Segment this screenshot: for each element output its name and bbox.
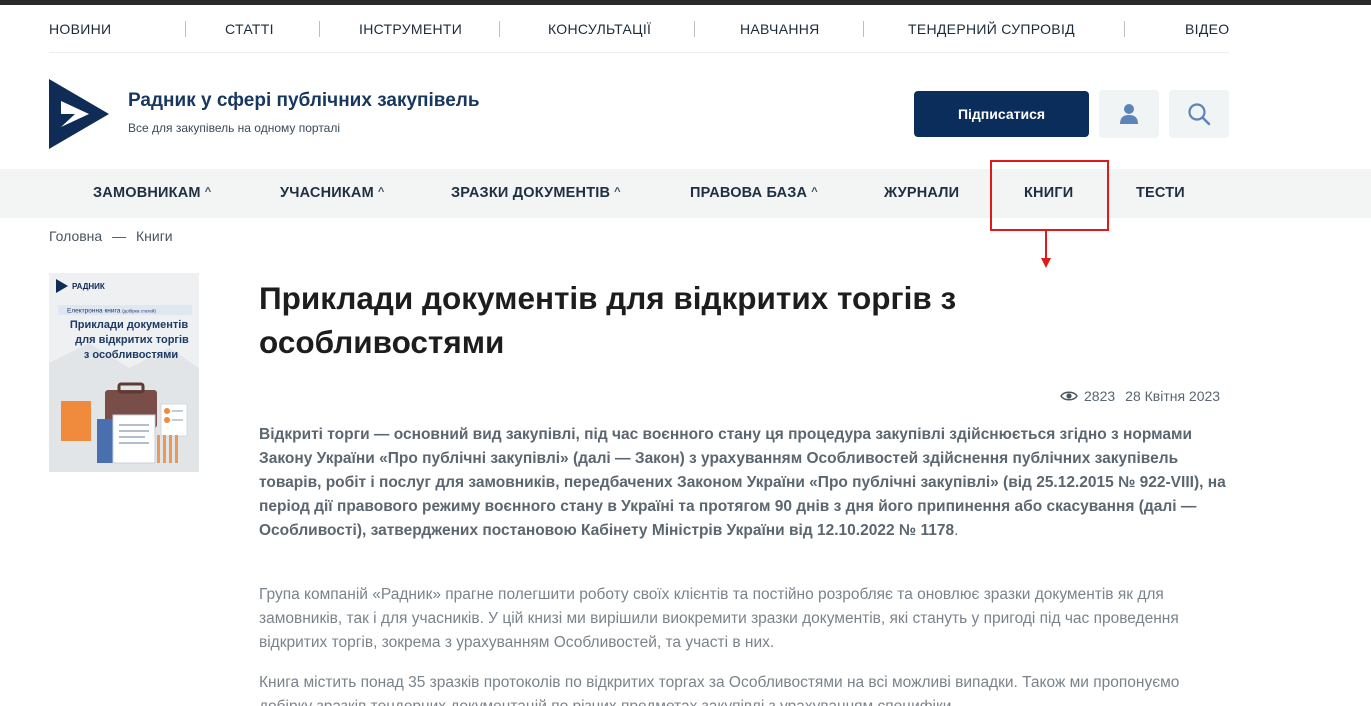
- top-nav-training[interactable]: НАВЧАННЯ: [740, 21, 820, 37]
- main-nav-participants[interactable]: УЧАСНИКАМ ^: [280, 185, 385, 201]
- breadcrumb: Головна — Книги: [49, 228, 179, 244]
- top-nav-video[interactable]: ВІДЕО: [1185, 21, 1229, 37]
- article-title: Приклади документів для відкритих торгів…: [259, 280, 957, 360]
- brand-subtitle: Все для закупівель на одному порталі: [128, 121, 341, 135]
- books-highlight-box: [990, 160, 1109, 231]
- top-nav-divider: [863, 21, 864, 37]
- search-button[interactable]: [1169, 90, 1229, 138]
- view-count: 2823: [1084, 388, 1116, 404]
- main-nav-document-samples[interactable]: ЗРАЗКИ ДОКУМЕНТІВ ^: [451, 185, 621, 201]
- svg-text:Електронна книга (добірка стат: Електронна книга (добірка статей): [67, 308, 156, 315]
- article-paragraph-1: Група компаній «Радник» прагне полегшити…: [259, 586, 1179, 651]
- user-icon: [1120, 104, 1138, 124]
- article-paragraph-2: Книга містить понад 35 зразків протоколі…: [259, 674, 1180, 706]
- user-button[interactable]: [1099, 90, 1159, 138]
- top-nav-consultations[interactable]: КОНСУЛЬТАЦІЇ: [548, 21, 651, 37]
- cover-label: Електронна книга: [67, 308, 121, 315]
- top-nav-divider: [1124, 21, 1125, 37]
- annotation-arrow-line: [1045, 231, 1047, 261]
- top-nav: НОВИНИ СТАТТІ ІНСТРУМЕНТИ КОНСУЛЬТАЦІЇ Н…: [49, 5, 1229, 53]
- cover-label-note: (добірка статей): [122, 308, 156, 314]
- top-nav-divider: [185, 21, 186, 37]
- main-nav: ЗАМОВНИКАМ ^ УЧАСНИКАМ ^ ЗРАЗКИ ДОКУМЕНТІВ…: [0, 169, 1371, 218]
- subscribe-button[interactable]: Підписатися: [914, 91, 1089, 137]
- main-nav-customers[interactable]: ЗАМОВНИКАМ ^: [93, 185, 211, 201]
- cover-title-line-1: Приклади документів: [70, 319, 188, 331]
- brand-title[interactable]: Радник у сфері публічних закупівель: [128, 90, 480, 112]
- breadcrumb-home[interactable]: Головна: [49, 228, 102, 244]
- breadcrumb-separator: —: [112, 228, 127, 244]
- cover-title-line-2: для відкритих торгів: [75, 334, 189, 346]
- chevron-up-icon: ^: [204, 186, 212, 198]
- eye-icon: [1060, 391, 1078, 401]
- main-nav-tests[interactable]: ТЕСТИ: [1136, 185, 1185, 201]
- article-lead-end: .: [954, 522, 959, 539]
- article-lead-text: Відкриті торги — основний вид закупівлі,…: [259, 426, 1226, 539]
- main-nav-legal-base[interactable]: ПРАВОВА БАЗА ^: [690, 185, 818, 201]
- article-meta: 2823 28 Квітня 2023: [1060, 388, 1220, 404]
- book-cover-image: РАДНИК Електронна книга (добірка статей)…: [49, 273, 199, 472]
- chevron-up-icon: ^: [811, 186, 818, 198]
- top-nav-divider: [499, 21, 500, 37]
- breadcrumb-current: Книги: [135, 228, 173, 244]
- top-nav-news[interactable]: НОВИНИ: [49, 21, 111, 37]
- cover-brand: РАДНИК: [72, 282, 105, 291]
- logo-icon[interactable]: [49, 79, 109, 149]
- top-nav-divider: [694, 21, 695, 37]
- chevron-up-icon: ^: [614, 186, 621, 198]
- article-lead: Відкриті торги — основний вид закупівлі,…: [259, 423, 1229, 543]
- top-nav-divider: [319, 21, 320, 37]
- top-nav-articles[interactable]: СТАТТІ: [225, 21, 274, 37]
- book-cover[interactable]: РАДНИК Електронна книга (добірка статей)…: [49, 273, 199, 472]
- annotation-arrow-head-icon: [1041, 258, 1051, 268]
- publish-date: 28 Квітня 2023: [1125, 388, 1221, 404]
- search-icon: [1188, 103, 1211, 126]
- top-nav-tools[interactable]: ІНСТРУМЕНТИ: [359, 21, 462, 37]
- top-nav-tender-support[interactable]: ТЕНДЕРНИЙ СУПРОВІД: [908, 21, 1075, 37]
- cover-title-line-3: з особливостями: [84, 349, 178, 361]
- main-nav-journals[interactable]: ЖУРНАЛИ: [884, 185, 959, 201]
- chevron-up-icon: ^: [377, 186, 385, 198]
